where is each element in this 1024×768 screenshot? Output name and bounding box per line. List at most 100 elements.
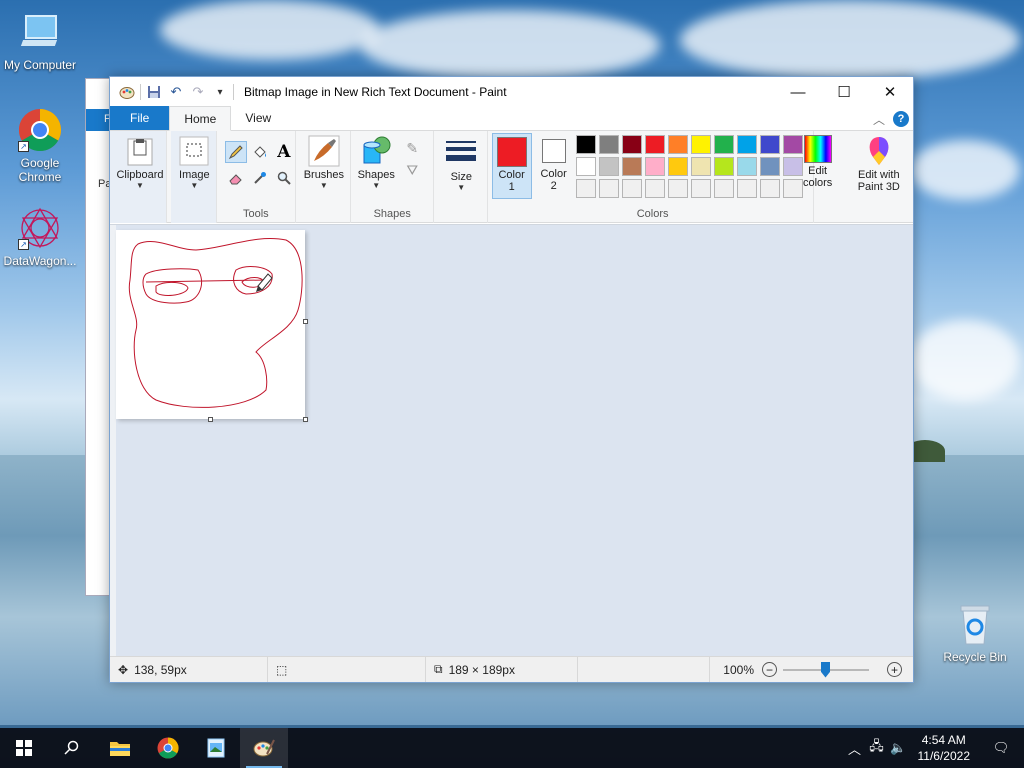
brush-icon	[308, 135, 340, 167]
color-swatch[interactable]	[575, 135, 596, 154]
color-swatch[interactable]	[759, 179, 780, 198]
customize-qat-icon[interactable]: ▾	[211, 83, 229, 101]
volume-icon[interactable]: 🔈	[888, 740, 910, 756]
tab-view[interactable]: View	[231, 106, 285, 130]
paint3d-label: Paint 3D	[857, 181, 900, 193]
color-swatch[interactable]	[759, 157, 780, 176]
edit-with-paint3d-button[interactable]: Edit with Paint 3D	[848, 135, 910, 193]
color-swatch[interactable]	[644, 135, 665, 154]
taskbar-chrome[interactable]	[144, 728, 192, 768]
start-button[interactable]	[0, 728, 48, 768]
fill-icon[interactable]	[249, 141, 271, 163]
paint-app-icon[interactable]	[118, 83, 136, 101]
dropdown-arrow-icon: ▼	[136, 181, 144, 190]
brushes-button[interactable]: Brushes ▼	[300, 135, 348, 190]
color-swatch[interactable]	[667, 179, 688, 198]
brushes-label: Brushes	[303, 169, 345, 181]
color-swatch[interactable]	[621, 179, 642, 198]
computer-icon	[18, 10, 62, 54]
chevron-up-icon[interactable]: ︿	[844, 739, 866, 758]
taskbar-file-explorer[interactable]	[96, 728, 144, 768]
resize-handle-right[interactable]	[303, 319, 308, 324]
outline-icon[interactable]: ✎	[401, 137, 423, 159]
color-swatch[interactable]	[690, 157, 711, 176]
taskbar-paint[interactable]	[240, 728, 288, 768]
background-window[interactable]: F Pa	[85, 78, 112, 596]
color-swatch[interactable]	[713, 179, 734, 198]
search-button[interactable]	[48, 728, 96, 768]
undo-icon[interactable]: ↶	[167, 83, 185, 101]
color-swatch[interactable]	[667, 157, 688, 176]
color-picker-icon[interactable]	[249, 167, 271, 189]
color-swatch[interactable]	[621, 135, 642, 154]
color2-button[interactable]: Color 2	[534, 133, 574, 199]
shapes-button[interactable]: Shapes ▼	[355, 135, 397, 190]
move-cursor-icon: ✥	[118, 662, 129, 677]
tab-home[interactable]: Home	[169, 106, 232, 131]
size-button[interactable]: Size ▼	[440, 137, 482, 192]
desktop-icon-datawagon[interactable]: ↗ DataWagon...	[0, 206, 80, 268]
color-swatch[interactable]	[759, 135, 780, 154]
desktop-icon-google-chrome[interactable]: ↗ Google Chrome	[0, 108, 80, 184]
taskbar-image-viewer[interactable]	[192, 728, 240, 768]
clock-time: 4:54 AM	[921, 733, 966, 747]
color-swatch[interactable]	[621, 157, 642, 176]
title-bar[interactable]: ↶ ↷ ▾ Bitmap Image in New Rich Text Docu…	[110, 77, 913, 107]
tools-group: A Tools	[217, 131, 296, 223]
window-title: Bitmap Image in New Rich Text Document -…	[244, 85, 507, 99]
color1-number: 1	[508, 181, 515, 193]
color-swatch[interactable]	[713, 135, 734, 154]
clock[interactable]: 4:54 AM 11/6/2022	[910, 732, 979, 764]
color-swatch[interactable]	[690, 179, 711, 198]
color-swatch[interactable]	[598, 157, 619, 176]
dropdown-arrow-icon: ▼	[372, 181, 381, 190]
maximize-button[interactable]: ☐	[821, 77, 867, 107]
color-swatch[interactable]	[598, 135, 619, 154]
help-icon[interactable]: ?	[893, 111, 909, 127]
minimize-button[interactable]: —	[775, 77, 821, 107]
color-swatch[interactable]	[644, 157, 665, 176]
collapse-ribbon-icon[interactable]: ︿	[873, 111, 885, 128]
color-swatch[interactable]	[736, 135, 757, 154]
group-label-colors: Colors	[636, 208, 669, 220]
color-swatch[interactable]	[598, 179, 619, 198]
color1-button[interactable]: Color 1	[491, 133, 532, 199]
zoom-out-button[interactable]: −	[762, 662, 777, 677]
color-swatch[interactable]	[644, 179, 665, 198]
zoom-in-button[interactable]: +	[887, 662, 902, 677]
clipboard-button[interactable]: Clipboard ▼	[114, 135, 166, 190]
zoom-level: 100%	[723, 662, 754, 677]
pencil-icon[interactable]	[224, 141, 247, 163]
color-swatch[interactable]	[713, 157, 734, 176]
tab-file[interactable]: File	[110, 106, 170, 130]
eraser-icon[interactable]	[225, 167, 247, 189]
notification-icon[interactable]: 🗨	[978, 740, 1024, 756]
desktop-icon-my-computer[interactable]: My Computer	[0, 10, 80, 72]
magnifier-icon[interactable]	[273, 167, 295, 189]
resize-handle-corner[interactable]	[303, 417, 308, 422]
resize-handle-bottom[interactable]	[208, 417, 213, 422]
color-swatch[interactable]	[736, 157, 757, 176]
shape-fill-icon[interactable]: ⛛	[401, 159, 423, 181]
zoom-slider[interactable]	[783, 661, 869, 678]
text-icon[interactable]: A	[273, 141, 295, 163]
image-size: ⧉ 189 × 189px	[426, 657, 578, 682]
network-icon[interactable]: 🖧	[866, 737, 888, 759]
color-swatch[interactable]	[667, 135, 688, 154]
color-swatch[interactable]	[690, 135, 711, 154]
close-button[interactable]: ✕	[867, 77, 913, 107]
image-button[interactable]: Image ▼	[174, 135, 214, 190]
save-icon[interactable]	[145, 83, 163, 101]
color-swatch[interactable]	[575, 179, 596, 198]
folder-icon	[110, 742, 130, 756]
drawing-canvas[interactable]	[116, 230, 305, 419]
color-swatch[interactable]	[575, 157, 596, 176]
shortcut-arrow-icon: ↗	[18, 239, 29, 250]
line-size-icon	[445, 137, 477, 169]
redo-icon[interactable]: ↷	[189, 83, 207, 101]
edit-colors-button[interactable]: Edit colors	[798, 135, 838, 189]
zoom-slider-thumb[interactable]	[821, 661, 830, 678]
desktop-icon-recycle-bin[interactable]: Recycle Bin	[935, 602, 1015, 664]
color-swatch[interactable]	[736, 179, 757, 198]
canvas-workspace[interactable]	[110, 224, 913, 658]
